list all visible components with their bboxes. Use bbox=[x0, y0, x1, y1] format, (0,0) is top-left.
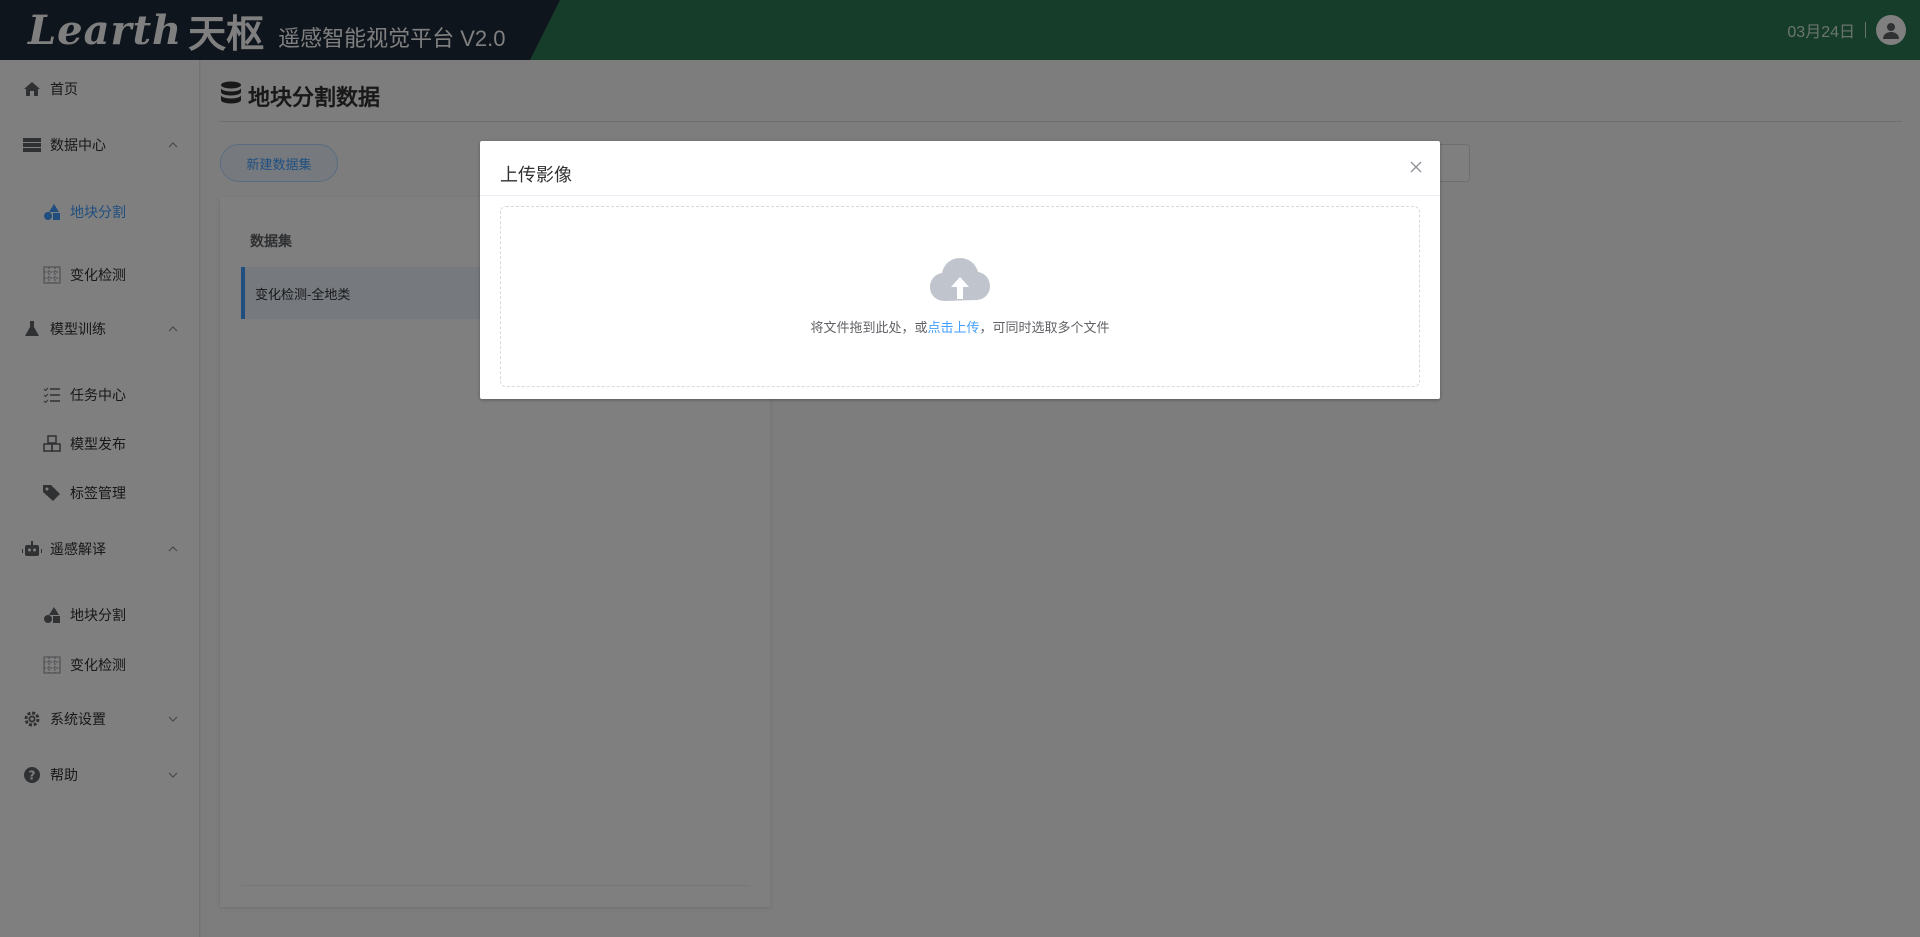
dropzone-text-after: ，可同时选取多个文件 bbox=[979, 320, 1110, 335]
upload-dropzone[interactable]: 将文件拖到此处，或点击上传，可同时选取多个文件 bbox=[500, 206, 1420, 387]
dropzone-text-before: 将文件拖到此处，或 bbox=[810, 320, 928, 335]
click-upload-link[interactable]: 点击上传 bbox=[927, 320, 979, 335]
upload-dialog: 上传影像 将文件拖到此处，或点击上传，可同时选取多个文件 bbox=[480, 141, 1440, 399]
cloud-upload-icon bbox=[930, 258, 990, 301]
dialog-divider bbox=[480, 195, 1440, 196]
close-icon[interactable] bbox=[1408, 159, 1424, 175]
dropzone-text: 将文件拖到此处，或点击上传，可同时选取多个文件 bbox=[810, 317, 1109, 336]
dialog-title: 上传影像 bbox=[500, 165, 572, 185]
